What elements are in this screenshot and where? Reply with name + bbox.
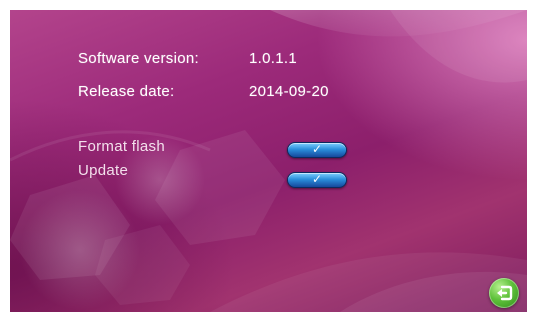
check-icon: ✓ [311, 172, 323, 186]
software-version-value: 1.0.1.1 [249, 50, 297, 67]
release-date-value: 2014-09-20 [249, 83, 329, 100]
format-flash-button[interactable]: ✓ [287, 142, 347, 158]
release-date-label: Release date: [78, 83, 175, 100]
software-version-label: Software version: [78, 50, 199, 67]
settings-screen: Software version: 1.0.1.1 Release date: … [10, 10, 527, 312]
back-button[interactable] [489, 278, 519, 308]
update-button[interactable]: ✓ [287, 172, 347, 188]
device-frame: Software version: 1.0.1.1 Release date: … [0, 0, 537, 320]
return-icon [497, 285, 513, 301]
format-flash-label: Format flash [78, 138, 165, 155]
update-label: Update [78, 162, 129, 179]
check-icon: ✓ [311, 142, 323, 156]
